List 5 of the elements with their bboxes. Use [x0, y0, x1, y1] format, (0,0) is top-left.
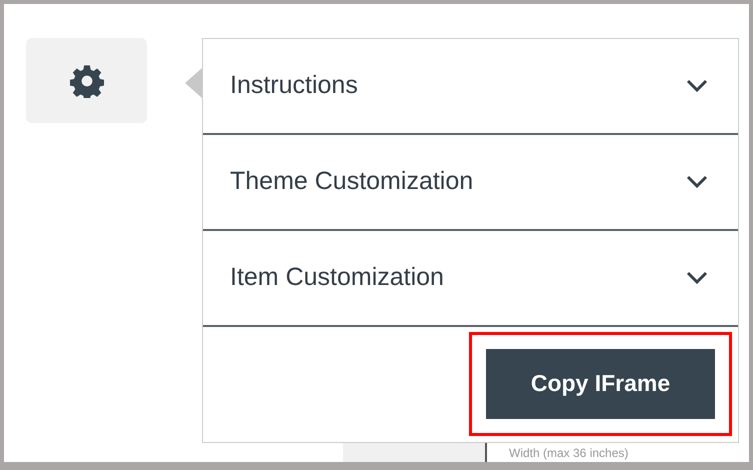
- copy-iframe-button[interactable]: Copy IFrame: [486, 348, 715, 418]
- settings-button[interactable]: [26, 38, 147, 123]
- field-label: Width (max 36 inches): [509, 447, 628, 462]
- input-field[interactable]: [343, 443, 487, 462]
- settings-icon: [70, 64, 104, 98]
